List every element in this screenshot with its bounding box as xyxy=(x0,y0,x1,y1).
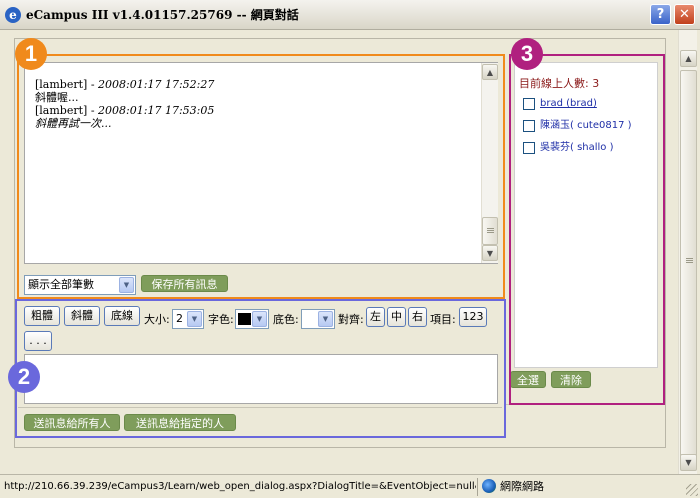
close-button[interactable]: ✕ xyxy=(674,4,695,25)
ie-icon: e xyxy=(5,7,21,23)
status-bar: http://210.66.39.239/eCampus3/Learn/web_… xyxy=(0,474,700,498)
scroll-down-icon[interactable]: ▼ xyxy=(680,454,697,471)
callout-outline-1 xyxy=(17,54,505,299)
scroll-up-icon[interactable]: ▲ xyxy=(680,50,697,67)
resize-grip-icon[interactable] xyxy=(686,484,698,496)
callout-outline-2 xyxy=(15,299,506,438)
scroll-thumb[interactable] xyxy=(680,70,697,462)
callout-badge-1: 1 xyxy=(15,38,47,70)
title-bar[interactable]: e eCampus III v1.4.01157.25769 -- 網頁對話 ?… xyxy=(0,0,700,30)
status-divider xyxy=(477,478,478,496)
window-title: eCampus III v1.4.01157.25769 -- 網頁對話 xyxy=(26,8,299,22)
status-url: http://210.66.39.239/eCampus3/Learn/web_… xyxy=(4,481,476,492)
help-button[interactable]: ? xyxy=(650,4,671,25)
page-scrollbar[interactable]: ▲ ▼ xyxy=(678,30,697,474)
grip-icon xyxy=(686,258,693,264)
callout-badge-3: 3 xyxy=(511,38,543,70)
globe-icon xyxy=(482,479,496,493)
right-bottom-panel xyxy=(505,404,665,444)
security-zone: 網際網路 xyxy=(500,480,544,493)
callout-badge-2: 2 xyxy=(8,361,40,393)
callout-outline-3 xyxy=(509,54,665,405)
